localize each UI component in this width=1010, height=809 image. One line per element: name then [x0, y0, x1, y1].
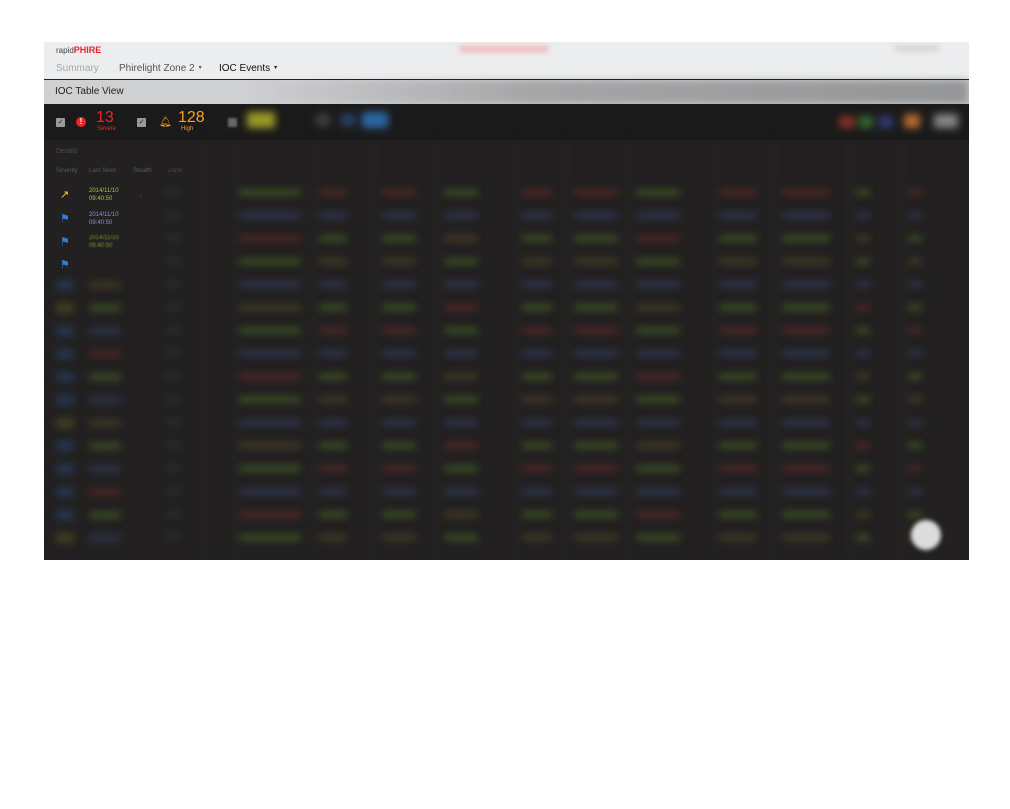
flag-icon: ⚑	[60, 213, 70, 225]
app-window: rapidPHIRE Summary Phirelight Zone 2 ▾ IO…	[44, 42, 969, 560]
brand-name: PHIRE	[73, 45, 102, 55]
medium-filter-checkbox[interactable]	[228, 118, 237, 127]
tab-summary[interactable]: Summary	[56, 63, 99, 74]
view-title-bar: IOC Table View	[44, 80, 969, 104]
brand-logo[interactable]: rapidPHIRE	[56, 45, 101, 55]
details-section-label: Details	[56, 148, 78, 155]
last-seen-date: 2014/11/10	[89, 212, 119, 218]
page-title: IOC Table View	[55, 86, 124, 97]
tab-ioc-events-dropdown[interactable]: IOC Events ▾	[219, 63, 277, 74]
high-count: 128	[178, 109, 205, 126]
severe-filter-checkbox[interactable]: ✓	[56, 118, 65, 127]
tab-ioc-label: IOC Events	[219, 63, 271, 74]
column-header-zone[interactable]: Zone	[168, 168, 182, 174]
high-filter-checkbox[interactable]: ✓	[137, 118, 146, 127]
flag-icon: ⚑	[60, 259, 70, 271]
ioc-table	[44, 140, 969, 560]
blurred-alert-banner	[459, 46, 549, 52]
table-row-last-seen: 2014/11/10 09:40:50	[89, 211, 119, 227]
severe-label: Severe	[97, 126, 117, 132]
last-seen-date: 2014/11/10	[89, 188, 119, 194]
trend-up-icon: ↗	[60, 189, 70, 201]
table-row-last-seen: 2014/11/10 09:40:50	[89, 234, 119, 250]
stealth-value: -	[140, 193, 142, 199]
title-bar-shadow	[244, 80, 969, 104]
high-label: High	[181, 126, 194, 132]
last-seen-time: 09:40:50	[89, 196, 113, 202]
last-seen-time: 09:40:50	[89, 243, 113, 249]
top-nav-bar: rapidPHIRE Summary Phirelight Zone 2 ▾ IO…	[44, 42, 969, 79]
floating-action-button[interactable]	[911, 520, 941, 550]
chevron-down-icon: ▾	[198, 65, 202, 71]
bell-icon: 🔔︎	[159, 117, 172, 128]
blurred-user-menu[interactable]	[894, 46, 939, 51]
tab-summary-label: Summary	[56, 63, 99, 74]
column-header-severity[interactable]: Severity	[56, 168, 78, 174]
flag-icon: ⚑	[60, 236, 70, 248]
tab-zone-dropdown[interactable]: Phirelight Zone 2 ▾	[119, 63, 202, 74]
last-seen-date: 2014/11/10	[89, 235, 119, 241]
chevron-down-icon: ▾	[274, 65, 278, 71]
column-header-stealth[interactable]: Stealth	[133, 168, 152, 174]
tab-zone-label: Phirelight Zone 2	[119, 63, 195, 74]
alert-circle-icon: !	[76, 117, 86, 127]
table-row-last-seen: 2014/11/10 09:40:50	[89, 187, 119, 203]
severe-count: 13	[96, 109, 114, 126]
last-seen-time: 09:40:50	[89, 220, 113, 226]
column-header-last-seen[interactable]: Last Seen	[89, 168, 116, 174]
brand-prefix: rapid	[56, 46, 74, 55]
